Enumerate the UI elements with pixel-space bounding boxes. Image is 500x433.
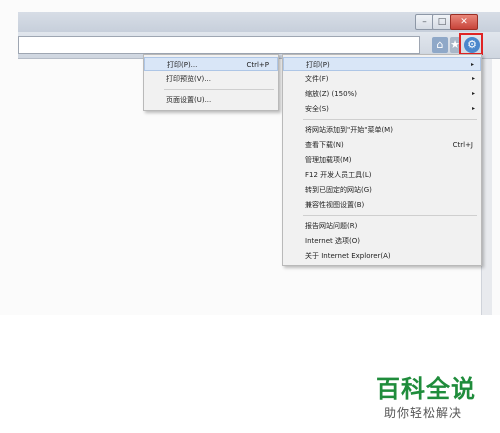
menu-item-compat-view[interactable]: 兼容性视图设置(B) xyxy=(283,198,481,212)
menu-item-about-ie[interactable]: 关于 Internet Explorer(A) xyxy=(283,249,481,263)
menu-item-label: 关于 Internet Explorer(A) xyxy=(305,252,391,260)
menu-item-view-downloads[interactable]: 查看下载(N) Ctrl+J xyxy=(283,138,481,152)
menu-item-label: 文件(F) xyxy=(305,75,329,83)
menu-item-page-setup[interactable]: 页面设置(U)... xyxy=(144,93,278,107)
menu-item-label: 缩放(Z) (150%) xyxy=(305,90,357,98)
menu-item-print-preview[interactable]: 打印预览(V)... xyxy=(144,72,278,86)
menu-item-manage-addons[interactable]: 管理加载项(M) xyxy=(283,153,481,167)
submenu-arrow-icon: ▸ xyxy=(471,105,475,112)
menu-item-file[interactable]: 文件(F) ▸ xyxy=(283,72,481,86)
menu-item-label: Internet 选项(O) xyxy=(305,237,360,245)
menu-item-label: F12 开发人员工具(L) xyxy=(305,171,372,179)
menu-item-report-problems[interactable]: 报告网站问题(R) xyxy=(283,219,481,233)
close-button[interactable]: ✕ xyxy=(450,14,478,30)
menu-separator xyxy=(303,215,477,216)
menu-item-label: 打印(P) xyxy=(306,61,330,69)
menu-item-label: 转到已固定的网站(G) xyxy=(305,186,372,194)
menu-item-label: 打印(P)... xyxy=(167,61,198,69)
menu-item-label: 安全(S) xyxy=(305,105,329,113)
home-icon[interactable]: ⌂ xyxy=(432,37,448,53)
menu-item-label: 查看下载(N) xyxy=(305,141,344,149)
menu-item-label: 将网站添加到"开始"菜单(M) xyxy=(305,126,393,134)
tools-menu: 打印(P) ▸ 文件(F) ▸ 缩放(Z) (150%) ▸ 安全(S) ▸ 将… xyxy=(282,54,482,266)
menu-item-label: 打印预览(V)... xyxy=(166,75,211,83)
address-bar[interactable] xyxy=(18,36,420,54)
vertical-scrollbar[interactable] xyxy=(481,59,492,315)
menu-item-shortcut: Ctrl+J xyxy=(452,141,473,149)
maximize-button[interactable]: □ xyxy=(432,14,452,30)
submenu-arrow-icon: ▸ xyxy=(471,90,475,97)
gear-highlight-box xyxy=(459,33,483,55)
submenu-arrow-icon: ▸ xyxy=(471,75,475,82)
menu-item-print[interactable]: 打印(P) ▸ xyxy=(283,57,481,71)
menu-item-pinned-sites[interactable]: 转到已固定的网站(G) xyxy=(283,183,481,197)
submenu-arrow-icon: ▸ xyxy=(470,61,474,68)
menu-item-internet-options[interactable]: Internet 选项(O) xyxy=(283,234,481,248)
menu-item-add-to-start[interactable]: 将网站添加到"开始"菜单(M) xyxy=(283,123,481,137)
menu-item-safety[interactable]: 安全(S) ▸ xyxy=(283,102,481,116)
menu-separator xyxy=(164,89,274,90)
menu-item-shortcut: Ctrl+P xyxy=(246,61,269,69)
menu-item-label: 管理加载项(M) xyxy=(305,156,352,164)
print-submenu: 打印(P)... Ctrl+P 打印预览(V)... 页面设置(U)... xyxy=(143,54,279,111)
menu-separator xyxy=(303,119,477,120)
menu-item-zoom[interactable]: 缩放(Z) (150%) ▸ xyxy=(283,87,481,101)
menu-item-label: 报告网站问题(R) xyxy=(305,222,358,230)
watermark-subtitle: 助你轻松解决 xyxy=(384,406,463,420)
menu-item-label: 兼容性视图设置(B) xyxy=(305,201,365,209)
menu-item-print[interactable]: 打印(P)... Ctrl+P xyxy=(144,57,278,71)
menu-item-f12-devtools[interactable]: F12 开发人员工具(L) xyxy=(283,168,481,182)
watermark-title: 百科全说 xyxy=(376,375,476,403)
menu-item-label: 页面设置(U)... xyxy=(166,96,212,104)
